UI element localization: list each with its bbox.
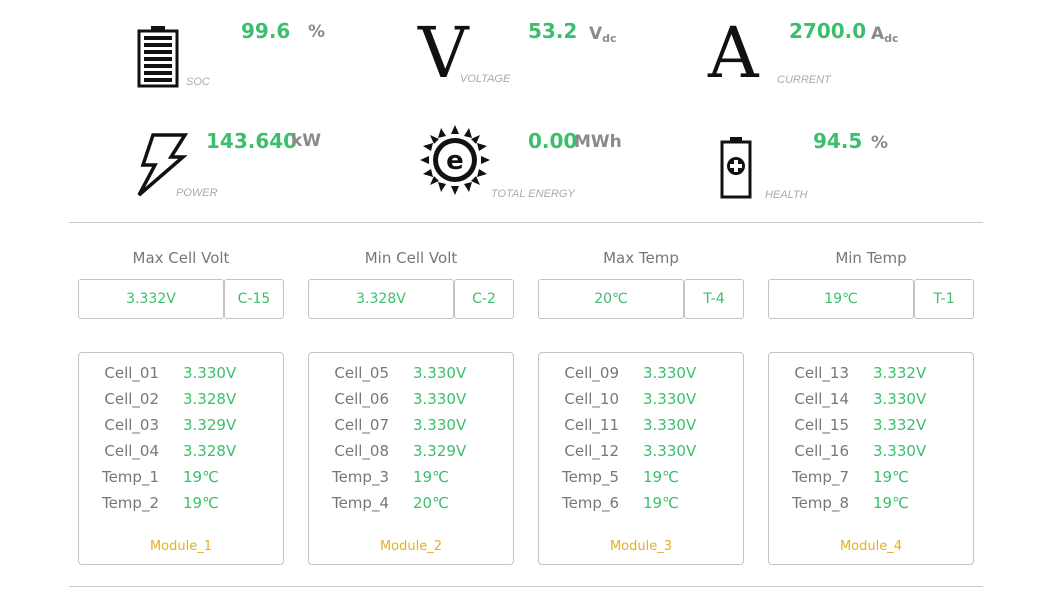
module-card-4: Cell_13 3.332V Cell_14 3.330V Cell_15 3.332… (768, 352, 974, 565)
stat-id-box: T-1 (914, 279, 974, 319)
stat-value-box: 3.332V (78, 279, 224, 319)
health-caption: HEALTH (765, 189, 808, 201)
module-card-1: Cell_01 3.330V Cell_02 3.328V Cell_03 3.329… (78, 352, 284, 565)
stat-title: Max Cell Volt (132, 249, 230, 267)
stat-value-box: 3.328V (308, 279, 454, 319)
power-value: 143.640 (206, 129, 298, 153)
stat-title: Min Cell Volt (364, 249, 458, 267)
stat-title: Min Temp (835, 249, 907, 267)
health-unit: % (871, 133, 889, 153)
energy-icon: e (420, 125, 490, 195)
divider-bottom (69, 586, 983, 587)
module-label: Module_4 (839, 539, 903, 554)
current-caption: CURRENT (777, 74, 831, 86)
battery-health-icon (720, 137, 752, 199)
soc-unit: % (308, 22, 326, 42)
energy-value: 0.00 (528, 129, 578, 153)
health-value: 94.5 (813, 129, 863, 153)
current-icon: A (708, 12, 759, 94)
current-value: 2700.0 (789, 19, 867, 43)
voltage-value: 53.2 (528, 19, 578, 43)
module-card-2: Cell_05 3.330V Cell_06 3.330V Cell_07 3.330… (308, 352, 514, 565)
soc-caption: SOC (186, 76, 210, 88)
battery-icon (137, 26, 179, 88)
stat-id-box: T-4 (684, 279, 744, 319)
voltage-unit: Vdc (589, 24, 617, 45)
svg-text:e: e (446, 146, 464, 176)
module-label: Module_2 (379, 539, 443, 554)
stat-id-box: C-2 (454, 279, 514, 319)
module-card-3: Cell_09 3.330V Cell_10 3.330V Cell_11 3.330… (538, 352, 744, 565)
power-unit: kW (291, 131, 322, 151)
module-label: Module_3 (609, 539, 673, 554)
energy-unit: MWh (574, 132, 622, 152)
power-caption: POWER (176, 187, 218, 199)
divider-top (69, 222, 983, 223)
voltage-caption: VOLTAGE (460, 73, 511, 85)
stat-value-box: 19℃ (768, 279, 914, 319)
energy-caption: TOTAL ENERGY (491, 188, 575, 200)
stat-id-box: C-15 (224, 279, 284, 319)
module-label: Module_1 (149, 539, 213, 554)
soc-value: 99.6 (241, 19, 291, 43)
stat-title: Max Temp (603, 249, 679, 267)
current-unit: Adc (871, 24, 899, 45)
stat-value-box: 20℃ (538, 279, 684, 319)
